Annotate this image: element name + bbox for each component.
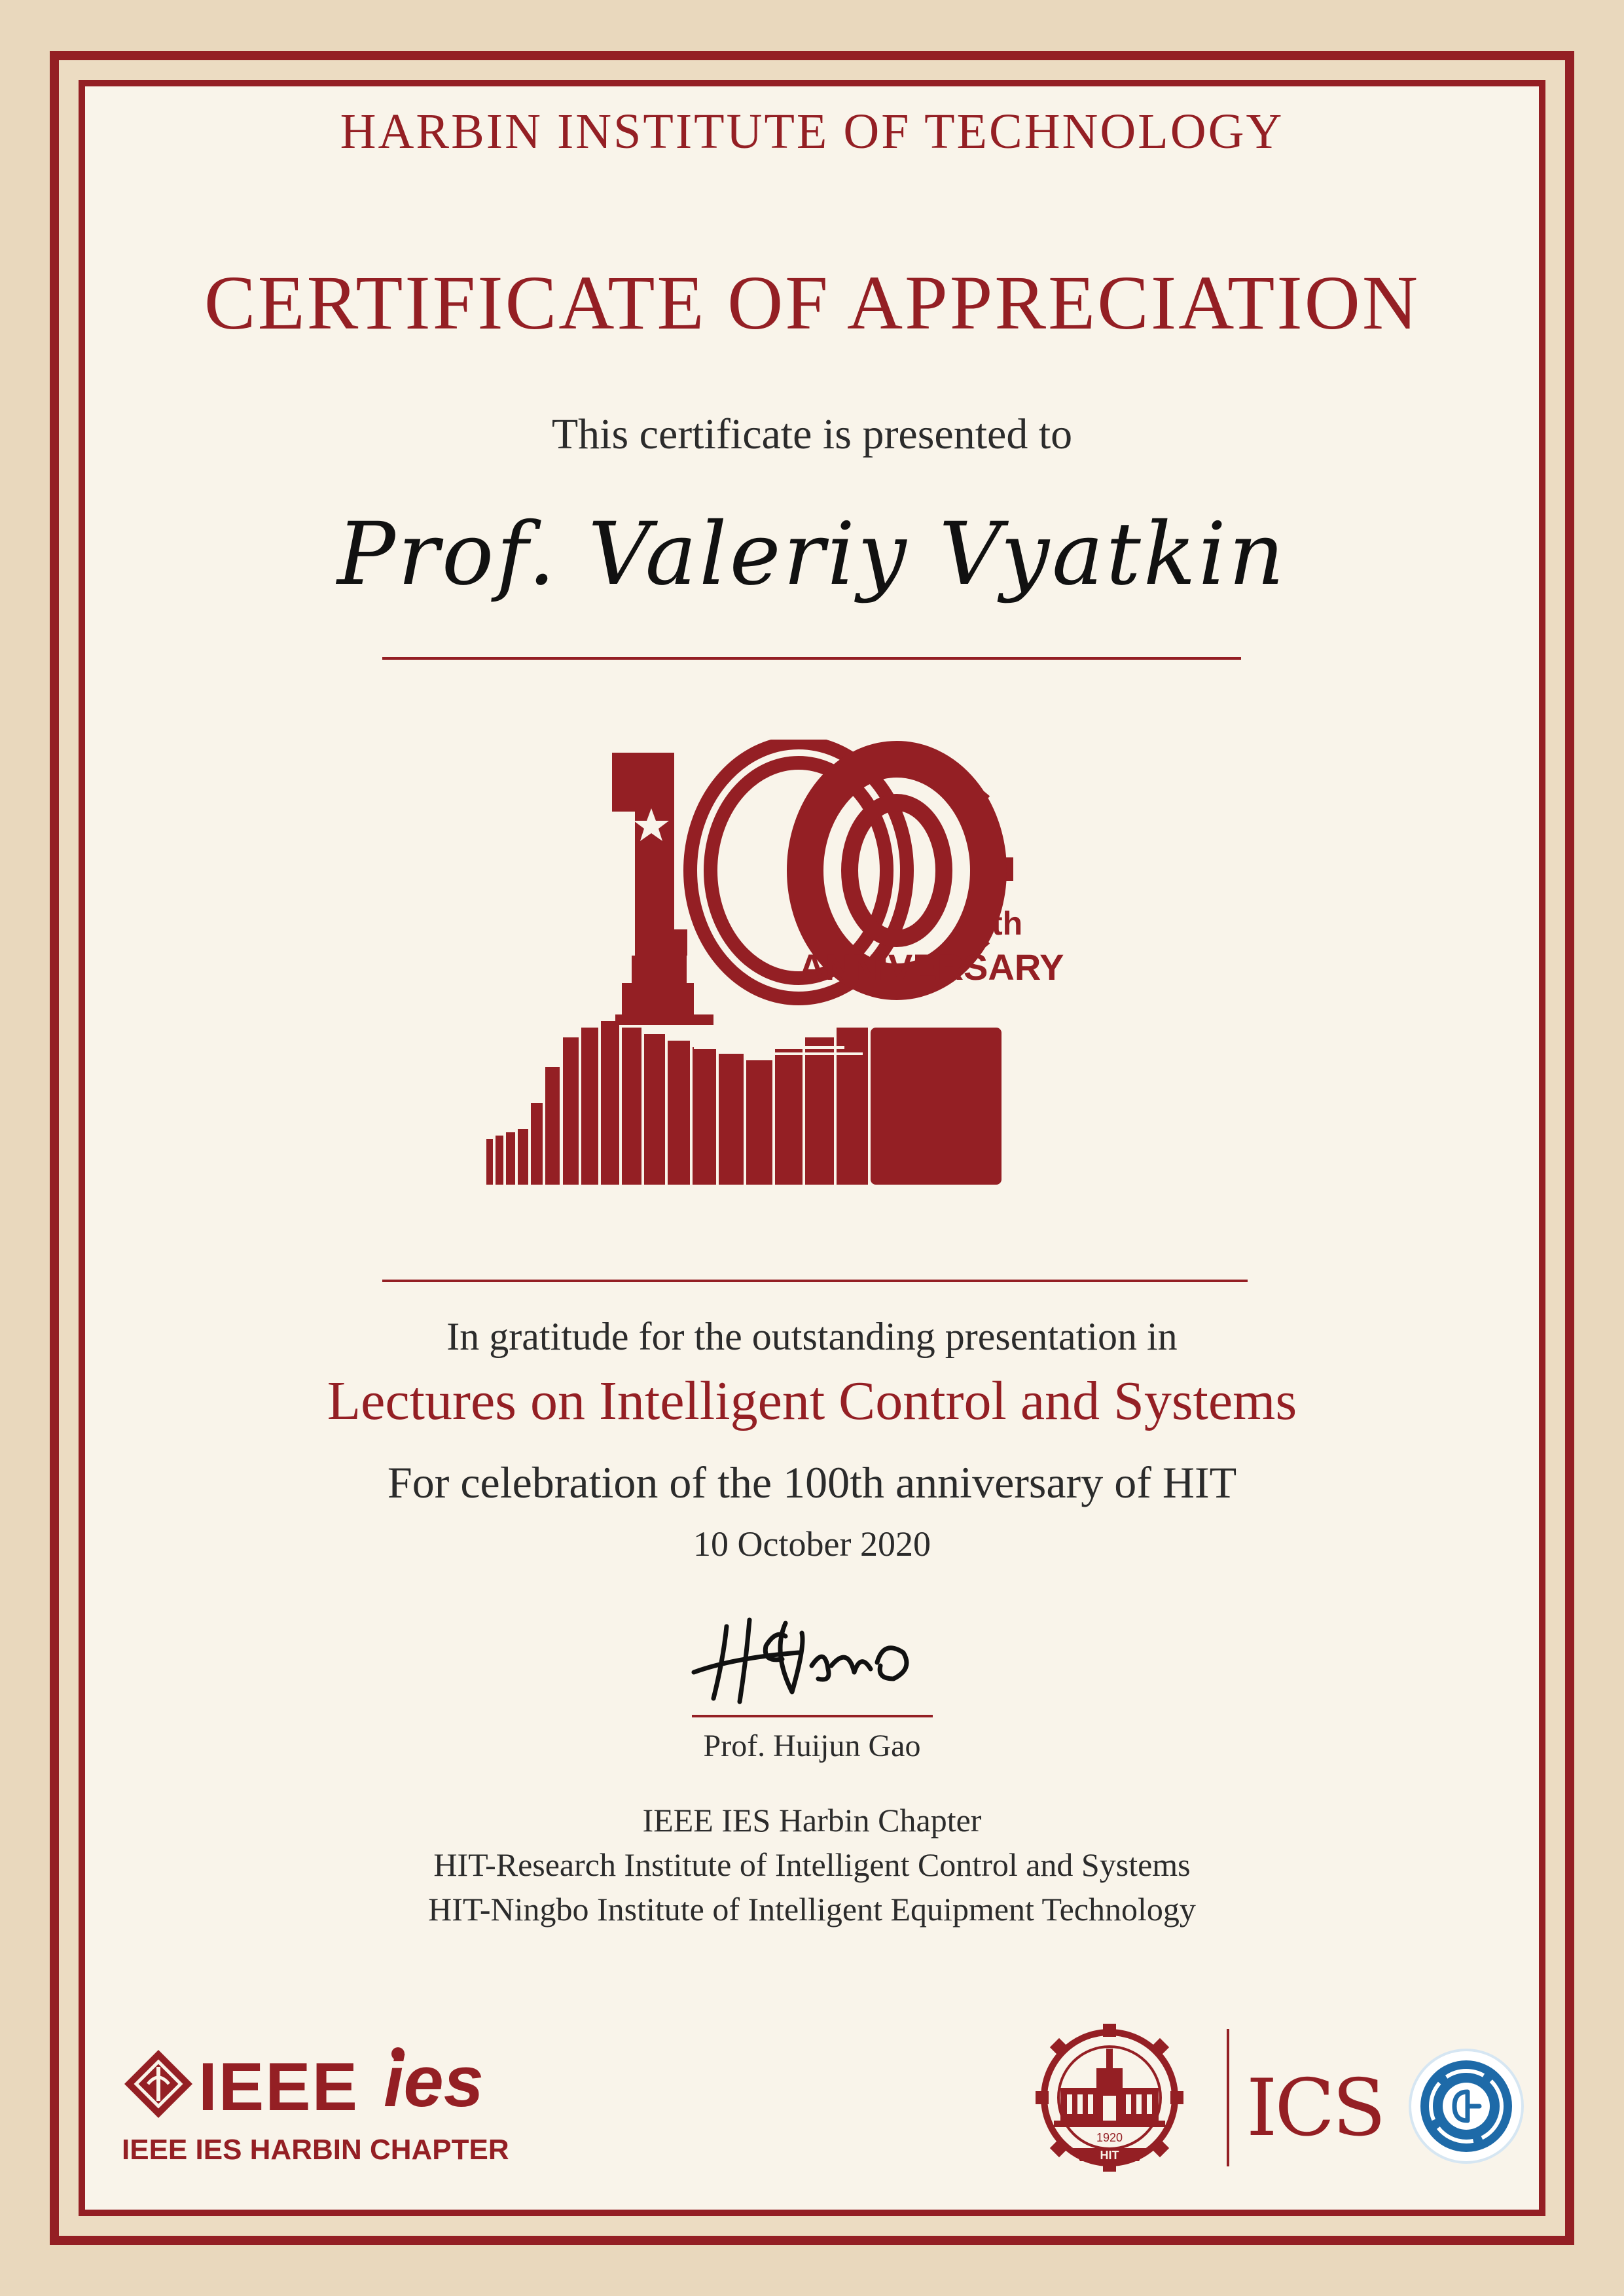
- lecture-series-title: Lectures on Intelligent Control and Syst…: [327, 1371, 1297, 1431]
- celebration-line: For celebration of the 100th anniversary…: [387, 1458, 1237, 1507]
- ningbo-institute-emblem: [1409, 2049, 1524, 2164]
- organization-3: HIT-Ningbo Institute of Intelligent Equi…: [428, 1891, 1196, 1928]
- signer-name: Prof. Huijun Gao: [703, 1729, 921, 1763]
- ieee-logo-word: IEEE: [198, 2049, 359, 2125]
- logo-underline: [382, 1280, 1248, 1282]
- ies-logo: ies: [384, 2042, 484, 2114]
- organization-2: HIT-Research Institute of Intelligent Co…: [433, 1846, 1191, 1883]
- svg-text:1920: 1920: [1096, 2131, 1123, 2144]
- recipient-name: Prof. Valeriy Vyatkin: [336, 504, 1288, 605]
- certificate-page: HARBIN INSTITUTE OF TECHNOLOGY CERTIFICA…: [0, 0, 1624, 2296]
- gratitude-line: In gratitude for the outstanding present…: [446, 1315, 1178, 1358]
- hit-seal-logo: 1920 HIT: [1036, 2024, 1183, 2172]
- ieee-diamond-icon: [124, 2050, 192, 2118]
- presented-to-label: This certificate is presented to: [551, 410, 1073, 458]
- hit-100th-anniversary-logo: th ANNIVERSARY: [486, 740, 1064, 1185]
- signature-underline: [692, 1715, 933, 1717]
- signature-image: [691, 1617, 909, 1704]
- certificate-title: CERTIFICATE OF APPRECIATION: [204, 260, 1420, 346]
- institution-name: HARBIN INSTITUTE OF TECHNOLOGY: [340, 104, 1284, 159]
- certificate-date: 10 October 2020: [693, 1524, 931, 1564]
- svg-text:HIT: HIT: [1100, 2149, 1119, 2162]
- svg-text:ICS: ICS: [1246, 2063, 1383, 2147]
- recipient-underline: [382, 657, 1241, 660]
- ieee-chapter-label: IEEE IES HARBIN CHAPTER: [122, 2134, 509, 2166]
- logo-divider: [1227, 2029, 1229, 2166]
- organization-1: IEEE IES Harbin Chapter: [642, 1802, 982, 1839]
- ics-logo: ICS: [1246, 2063, 1386, 2147]
- logo-anniversary-word: ANNIVERSARY: [799, 946, 1064, 988]
- logo-th-suffix: th: [992, 905, 1022, 942]
